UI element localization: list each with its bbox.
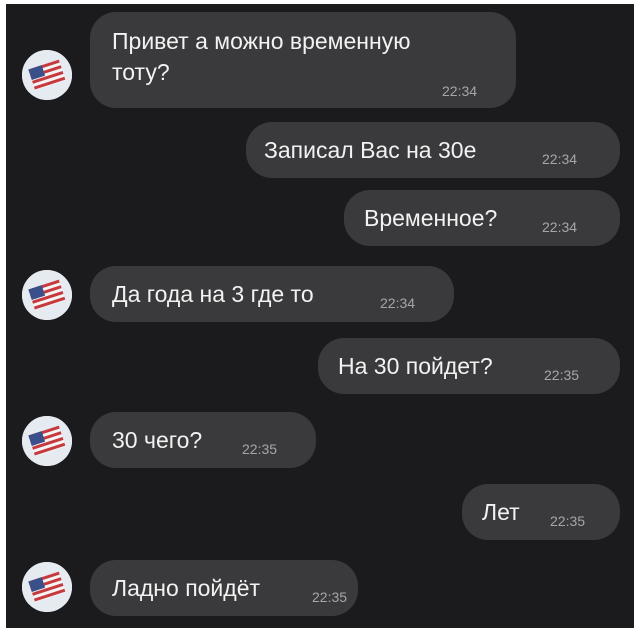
- message-bubble-outgoing[interactable]: На 30 пойдет? 22:35: [318, 338, 620, 394]
- us-flag-avatar-icon[interactable]: [22, 416, 72, 466]
- message-timestamp: 22:34: [442, 83, 478, 99]
- message-text: Временное?: [364, 205, 498, 231]
- chat-window: Привет а можно временную тоту? 22:34 Зап…: [6, 4, 634, 628]
- us-flag-avatar-icon[interactable]: [22, 50, 72, 100]
- message-timestamp: 22:34: [542, 219, 578, 235]
- message-bubble-outgoing[interactable]: Временное? 22:34: [344, 190, 620, 246]
- message-timestamp: 22:35: [550, 513, 586, 529]
- message-timestamp: 22:35: [312, 589, 348, 605]
- message-timestamp: 22:35: [242, 441, 278, 457]
- message-bubble-outgoing[interactable]: Записал Вас на 30е 22:34: [246, 122, 620, 178]
- message-bubble-incoming[interactable]: Да года на 3 где то 22:34: [90, 266, 454, 322]
- us-flag-avatar-icon[interactable]: [22, 562, 72, 612]
- message-bubble-incoming[interactable]: Ладно пойдёт 22:35: [90, 560, 358, 616]
- message-text: Да года на 3 где то: [112, 281, 314, 307]
- message-text: Лет: [482, 499, 520, 525]
- message-text-line-1: Привет а можно временную: [112, 28, 411, 54]
- us-flag-avatar-icon[interactable]: [22, 270, 72, 320]
- message-text: Записал Вас на 30е: [264, 137, 477, 163]
- message-bubble-incoming[interactable]: 30 чего? 22:35: [90, 412, 316, 468]
- message-timestamp: 22:35: [544, 367, 580, 383]
- message-text: Ладно пойдёт: [112, 575, 261, 601]
- message-text: 30 чего?: [112, 427, 203, 453]
- message-bubble-outgoing[interactable]: Лет 22:35: [462, 484, 620, 540]
- message-bubble-incoming[interactable]: Привет а можно временную тоту? 22:34: [90, 12, 516, 108]
- message-timestamp: 22:34: [542, 151, 578, 167]
- message-text: На 30 пойдет?: [338, 353, 493, 379]
- message-timestamp: 22:34: [380, 295, 416, 311]
